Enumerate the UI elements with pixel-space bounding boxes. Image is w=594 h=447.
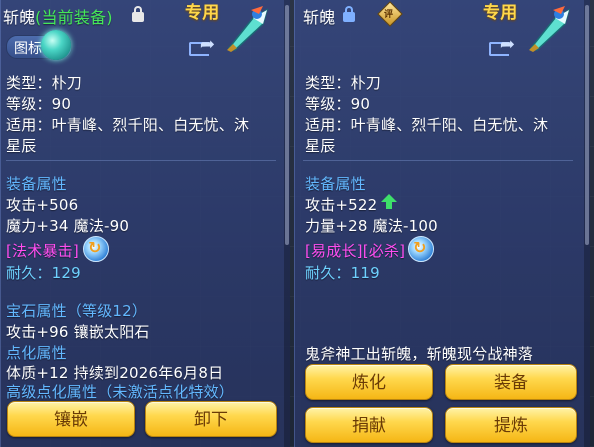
- up-arrow-icon: [381, 194, 397, 209]
- applicable-roles-cont: 星辰: [305, 137, 336, 155]
- attack-stat: 攻击+506: [6, 196, 79, 214]
- item-name: 斩魄: [303, 8, 336, 27]
- scrollbar[interactable]: [284, 0, 290, 447]
- share-icon[interactable]: ➦: [189, 36, 215, 56]
- equip-attr-header: 装备属性: [305, 175, 366, 193]
- skill-label: [易成长][必杀]: [305, 242, 406, 260]
- item-type: 类型：朴刀: [6, 74, 83, 92]
- magic-stat: 魔力+34 魔法-90: [6, 217, 130, 235]
- equipped-tag: (当前装备): [35, 8, 113, 27]
- icon-toggle-label: 图标: [14, 41, 42, 57]
- applicable-roles: 适用：叶青峰、烈千阳、白无忧、沐: [305, 116, 549, 134]
- scroll-thumb[interactable]: [585, 5, 589, 245]
- lock-icon[interactable]: [132, 6, 144, 22]
- attack-stat: 攻击+522: [305, 196, 378, 214]
- divider: [303, 160, 573, 161]
- durability: 耐久：129: [6, 264, 81, 282]
- scrollbar[interactable]: [584, 0, 590, 447]
- share-icon[interactable]: ➦: [489, 36, 515, 56]
- divider: [6, 160, 276, 161]
- gem-attr-header: 宝石属性（等级12）: [6, 302, 148, 320]
- donate-button[interactable]: 捐献: [305, 407, 433, 443]
- item-level: 等级：90: [305, 95, 371, 113]
- flavor-text: 鬼斧神工出斩魄，斩魄现兮战神落: [305, 345, 534, 363]
- skill-icon[interactable]: [83, 236, 109, 262]
- skill-icon[interactable]: [408, 236, 434, 262]
- extract-button[interactable]: 提炼: [445, 407, 577, 443]
- current-equipment-panel: 斩魄 (当前装备) 专用 图标 ➦ 类型：朴刀 等级：90 适用：叶青峰、烈千阳…: [0, 0, 290, 447]
- advanced-enchant: 高级点化属性（未激活点化特效）: [6, 383, 235, 401]
- item-type: 类型：朴刀: [305, 74, 382, 92]
- equip-button[interactable]: 装备: [445, 364, 577, 400]
- scroll-thumb[interactable]: [285, 5, 289, 245]
- compare-equipment-panel: 斩魄 评 专用 ➦ 类型：朴刀 等级：90 适用：叶青峰、烈千阳、白无忧、沐 星…: [294, 0, 590, 447]
- refine-button[interactable]: 炼化: [305, 364, 433, 400]
- skill-label: [法术暴击]: [6, 242, 79, 260]
- applicable-roles-cont: 星辰: [6, 137, 37, 155]
- gem-stat: 攻击+96 镶嵌太阳石: [6, 323, 150, 341]
- enchant-stat: 体质+12 持续到2026年6月8日: [6, 364, 224, 382]
- lock-icon[interactable]: [343, 6, 355, 22]
- enchant-header: 点化属性: [6, 344, 67, 362]
- exclusive-label: 专用: [483, 3, 518, 23]
- weapon-icon: [529, 6, 571, 52]
- inlay-button[interactable]: 镶嵌: [7, 401, 135, 437]
- unequip-button[interactable]: 卸下: [145, 401, 277, 437]
- strength-stat: 力量+28 魔法-100: [305, 217, 438, 235]
- weapon-icon: [227, 6, 269, 52]
- rating-badge-label: 评: [384, 10, 394, 20]
- item-name: 斩魄: [3, 8, 36, 27]
- exclusive-label: 专用: [185, 3, 220, 23]
- equip-attr-header: 装备属性: [6, 175, 67, 193]
- applicable-roles: 适用：叶青峰、烈千阳、白无忧、沐: [6, 116, 250, 134]
- item-level: 等级：90: [6, 95, 72, 113]
- durability: 耐久：119: [305, 264, 380, 282]
- gem-orb-icon[interactable]: [41, 30, 71, 60]
